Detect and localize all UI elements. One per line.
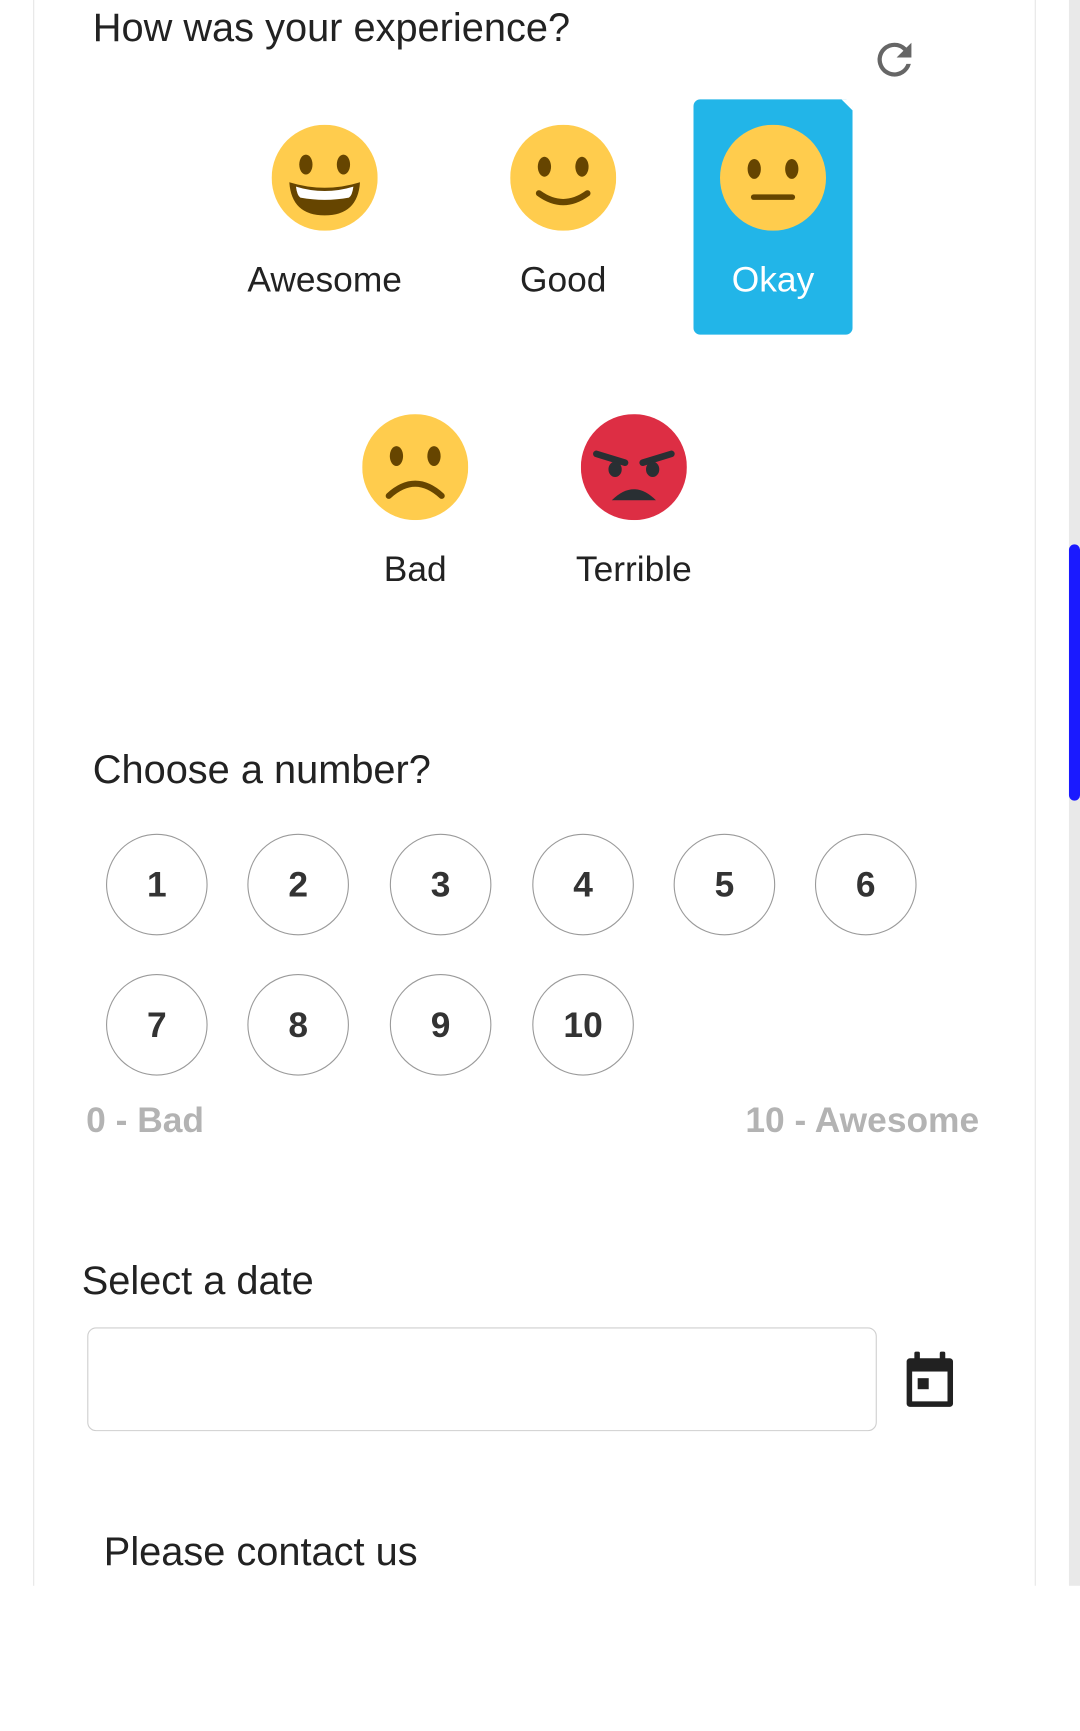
rating-option-okay[interactable]: Okay xyxy=(693,99,853,335)
contact-label: Please contact us xyxy=(103,1528,418,1574)
grinning-face-icon xyxy=(271,124,378,231)
scrollbar-thumb[interactable] xyxy=(1068,544,1080,801)
angry-face-icon xyxy=(580,414,687,521)
card-border xyxy=(1034,0,1036,1586)
rating-option-label: Okay xyxy=(731,259,815,300)
reset-rating-button[interactable] xyxy=(868,33,921,86)
number-option-9[interactable]: 9 xyxy=(389,973,492,1076)
rating-option-bad[interactable]: Bad xyxy=(336,389,495,624)
number-question: Choose a number? xyxy=(92,746,431,792)
rating-option-awesome[interactable]: Awesome xyxy=(245,99,404,334)
number-option-1[interactable]: 1 xyxy=(106,833,208,936)
calendar-icon xyxy=(906,1351,954,1407)
survey-form: How was your experience? Awesome Good Ok… xyxy=(0,0,1080,1730)
number-option-5[interactable]: 5 xyxy=(673,833,776,936)
rating-option-label: Awesome xyxy=(247,259,402,300)
date-input[interactable] xyxy=(87,1327,877,1432)
number-option-3[interactable]: 3 xyxy=(389,833,492,936)
number-option-4[interactable]: 4 xyxy=(532,833,634,936)
rating-option-label: Terrible xyxy=(575,548,692,589)
survey-screen: How was your experience? Awesome Good Ok… xyxy=(0,0,1080,1731)
number-option-8[interactable]: 8 xyxy=(247,973,349,1076)
corner-fold xyxy=(841,99,853,111)
number-option-6[interactable]: 6 xyxy=(814,833,917,936)
slightly-smiling-face-icon xyxy=(510,124,617,231)
rating-option-good[interactable]: Good xyxy=(484,99,643,334)
scale-max-label: 10 - Awesome xyxy=(745,1099,980,1140)
number-option-2[interactable]: 2 xyxy=(247,833,349,936)
scale-min-label: 0 - Bad xyxy=(86,1099,204,1140)
card-border xyxy=(33,0,35,1586)
rating-option-label: Good xyxy=(519,259,607,300)
experience-question: How was your experience? xyxy=(92,4,571,50)
open-calendar-button[interactable] xyxy=(901,1349,958,1411)
frowning-face-icon xyxy=(362,414,469,521)
date-label: Select a date xyxy=(81,1257,314,1304)
number-option-10[interactable]: 10 xyxy=(532,973,634,1076)
neutral-face-icon xyxy=(720,124,827,231)
refresh-icon xyxy=(877,42,912,77)
rating-option-label: Bad xyxy=(383,548,447,589)
number-option-7[interactable]: 7 xyxy=(106,973,208,1076)
rating-option-terrible[interactable]: Terrible xyxy=(554,389,713,624)
